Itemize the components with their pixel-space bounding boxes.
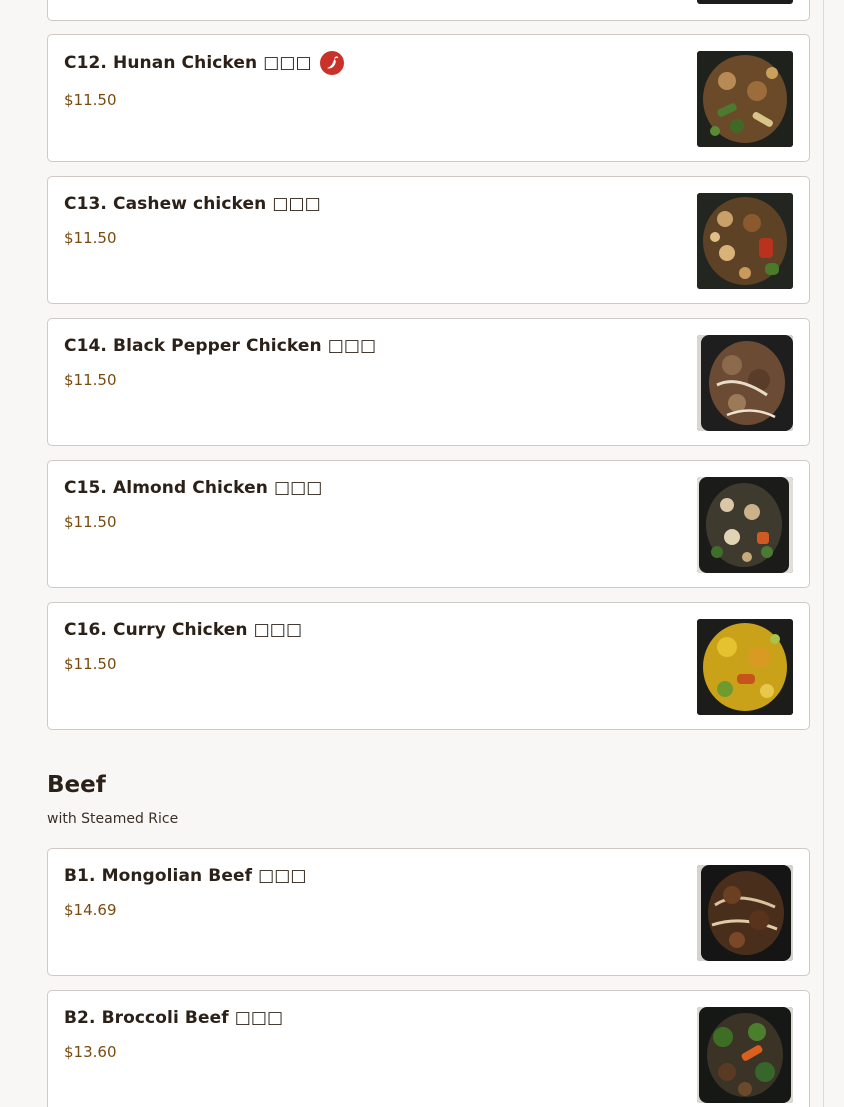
menu-item-card[interactable]: C14. Black Pepper Chicken □□□ $11.50 (47, 318, 810, 446)
menu-item-card[interactable]: C12. Hunan Chicken □□□ $11.50 (47, 34, 810, 162)
menu-item-name: C15. Almond Chicken □□□ (64, 478, 323, 498)
black-pepper-chicken-photo (697, 335, 793, 431)
chili-pepper-icon (319, 51, 344, 75)
cashew-chicken-photo (697, 193, 793, 289)
menu-item-price: $13.60 (64, 1043, 117, 1061)
menu-item-name: B1. Mongolian Beef □□□ (64, 866, 307, 886)
section-subtitle: with Steamed Rice (47, 811, 179, 827)
menu-item-price: $14.69 (64, 901, 117, 919)
menu-item-name: B2. Broccoli Beef □□□ (64, 1008, 284, 1028)
menu-item-photo (697, 0, 793, 4)
broccoli-beef-photo (697, 1007, 793, 1103)
menu-item-card[interactable]: C15. Almond Chicken □□□ $11.50 (47, 460, 810, 588)
curry-chicken-photo (697, 619, 793, 715)
menu-page: C12. Hunan Chicken □□□ $11.50 C13. Cashe… (0, 0, 844, 1107)
hunan-chicken-photo (697, 51, 793, 147)
mongolian-beef-photo (697, 865, 793, 961)
menu-item-price: $11.50 (64, 513, 117, 531)
menu-item-card[interactable]: C13. Cashew chicken □□□ $11.50 (47, 176, 810, 304)
menu-item-name: C12. Hunan Chicken □□□ (64, 53, 312, 73)
menu-item-card[interactable]: B1. Mongolian Beef □□□ $14.69 (47, 848, 810, 976)
content-divider (823, 0, 824, 1107)
menu-item-card-partial[interactable] (47, 0, 810, 21)
menu-item-title-row: C12. Hunan Chicken □□□ (64, 51, 344, 75)
menu-item-price: $11.50 (64, 655, 117, 673)
menu-item-price: $11.50 (64, 229, 117, 247)
menu-item-name: C14. Black Pepper Chicken □□□ (64, 336, 377, 356)
almond-chicken-photo (697, 477, 793, 573)
menu-item-name: C13. Cashew chicken □□□ (64, 194, 321, 214)
menu-item-card[interactable]: B2. Broccoli Beef □□□ $13.60 (47, 990, 810, 1107)
section-title: Beef (47, 772, 106, 798)
menu-item-price: $11.50 (64, 91, 117, 109)
menu-item-price: $11.50 (64, 371, 117, 389)
menu-item-name: C16. Curry Chicken □□□ (64, 620, 303, 640)
menu-item-card[interactable]: C16. Curry Chicken □□□ $11.50 (47, 602, 810, 730)
